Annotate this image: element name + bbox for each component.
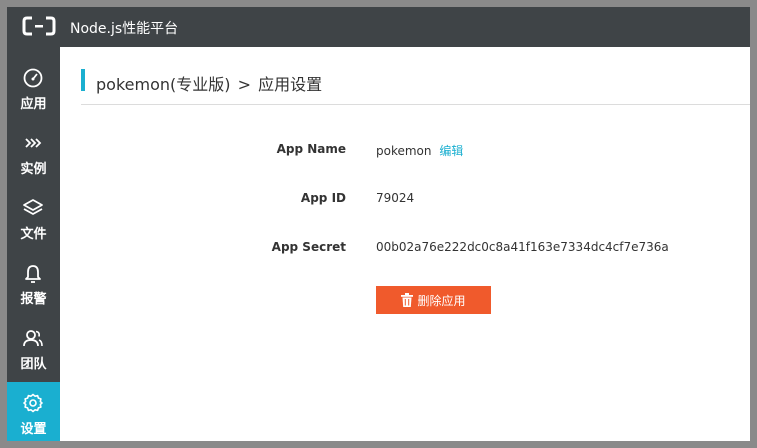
breadcrumb-app-link[interactable]: pokemon(专业版) (96, 75, 231, 94)
breadcrumb-separator: > (237, 75, 251, 94)
title-divider (81, 104, 750, 105)
delete-app-button[interactable]: 删除应用 (376, 286, 491, 314)
app-name-label: App Name (276, 142, 346, 156)
app-secret-label: App Secret (271, 240, 346, 254)
sidebar-item-settings[interactable]: 设置 (7, 382, 60, 441)
delete-app-label: 删除应用 (417, 293, 466, 308)
trash-icon (401, 293, 414, 307)
sidebar-item-label: 团队 (20, 357, 47, 372)
top-bar: Node.js性能平台 (7, 7, 750, 47)
app-secret-value: 00b02a76e222dc0c8a41f163e7334dc4cf7e736a (376, 240, 669, 254)
page-title: 应用设置 (258, 75, 323, 94)
breadcrumb: pokemon(专业版) > 应用设置 (96, 71, 322, 95)
sidebar-item-files[interactable]: 文件 (7, 187, 60, 252)
edit-app-name-link[interactable]: 编辑 (439, 144, 463, 158)
sidebar-item-label: 设置 (20, 422, 47, 437)
title-accent-bar (81, 69, 85, 91)
sidebar-item-alerts[interactable]: 报警 (7, 252, 60, 317)
chevrons-right-icon (25, 138, 42, 148)
app-id-value: 79024 (376, 191, 415, 205)
sidebar-item-instances[interactable]: 实例 (7, 122, 60, 187)
alibaba-cloud-logo-icon[interactable] (22, 15, 56, 37)
gear-icon (23, 393, 43, 413)
sidebar: 应用 实例 文件 报警 团队 设置 (7, 47, 60, 441)
sidebar-item-apps[interactable]: 应用 (7, 57, 60, 122)
app-name-value-row: pokemon 编辑 (376, 142, 463, 159)
sidebar-item-label: 应用 (20, 97, 47, 112)
app-name-value: pokemon (376, 144, 432, 158)
layers-icon (23, 199, 43, 215)
speedometer-icon (23, 68, 43, 88)
users-icon (23, 330, 43, 347)
bell-icon (25, 265, 41, 283)
sidebar-item-label: 实例 (20, 162, 47, 177)
window-frame: Node.js性能平台 应用 实例 文件 报警 团队 设置 pokemon(专业… (7, 7, 750, 441)
main-content: pokemon(专业版) > 应用设置 App Name pokemon 编辑 … (60, 47, 750, 441)
sidebar-item-team[interactable]: 团队 (7, 317, 60, 382)
app-title: Node.js性能平台 (70, 21, 179, 37)
app-id-label: App ID (300, 191, 346, 205)
sidebar-item-label: 文件 (20, 227, 47, 242)
sidebar-item-label: 报警 (20, 292, 47, 307)
